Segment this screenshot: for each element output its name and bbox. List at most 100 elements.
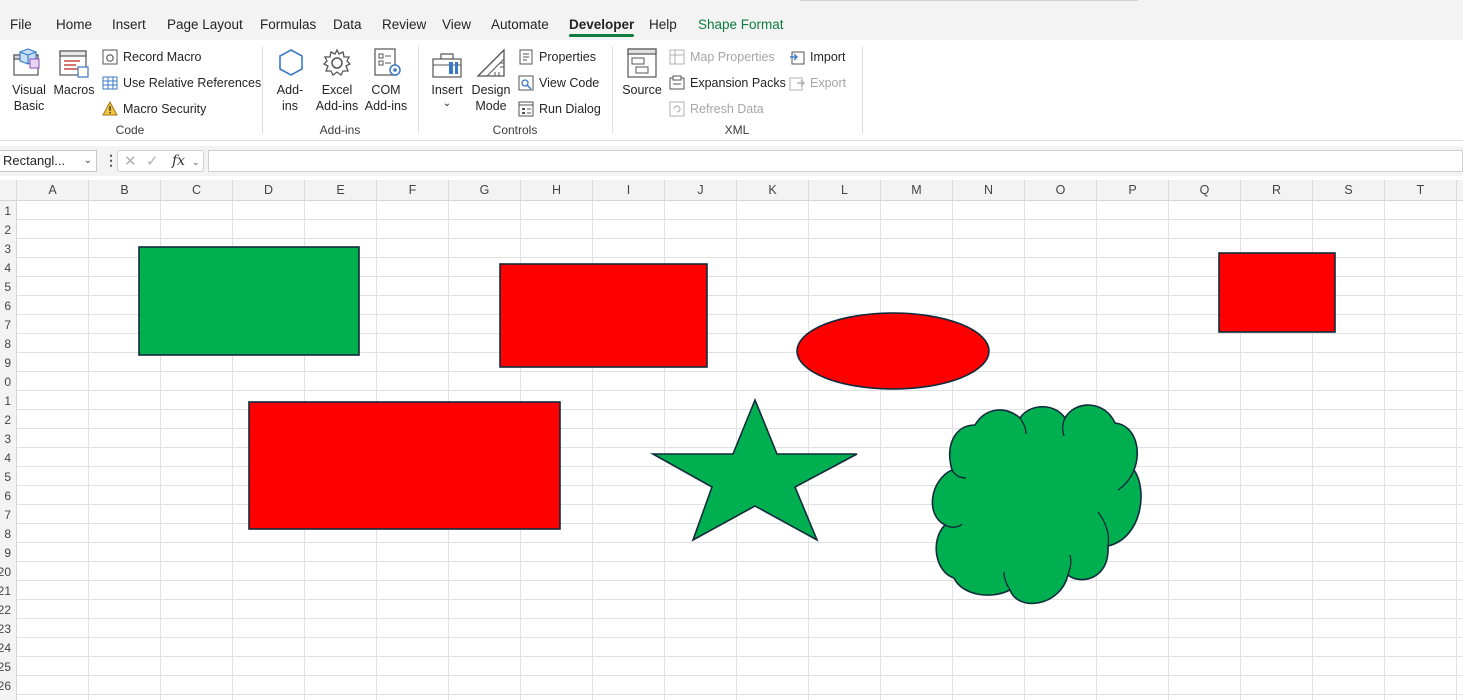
row-header[interactable]: 0: [4, 375, 11, 389]
column-header-o[interactable]: O: [1025, 180, 1097, 200]
view-code-button[interactable]: View Code: [518, 73, 599, 93]
select-all-corner[interactable]: [0, 180, 17, 200]
row-header[interactable]: 21: [0, 584, 11, 598]
insert-function-button[interactable]: fx: [172, 153, 185, 169]
column-header-k[interactable]: K: [737, 180, 809, 200]
properties-button[interactable]: Properties: [518, 47, 596, 67]
tab-review[interactable]: Review: [382, 17, 426, 33]
formula-buttons: ✕ ✓ fx ⌄: [117, 150, 204, 172]
export-button[interactable]: Export: [789, 73, 846, 93]
row-header[interactable]: 1: [4, 204, 11, 218]
red-ellipse[interactable]: [796, 312, 990, 390]
row-header[interactable]: 8: [4, 337, 11, 351]
column-header-q[interactable]: Q: [1169, 180, 1241, 200]
red-rectangle-1[interactable]: [499, 263, 708, 368]
row-header[interactable]: 5: [4, 470, 11, 484]
row-header[interactable]: 4: [4, 261, 11, 275]
row-header[interactable]: 26: [0, 679, 11, 693]
tab-file[interactable]: File: [10, 17, 32, 33]
cancel-icon[interactable]: ✕: [124, 152, 137, 170]
row-header[interactable]: 20: [0, 565, 11, 579]
green-rectangle[interactable]: [138, 246, 360, 356]
row-header[interactable]: 7: [4, 508, 11, 522]
name-box[interactable]: Rectangl... ⌄: [0, 150, 97, 172]
import-icon: [790, 51, 805, 65]
row-header[interactable]: 9: [4, 546, 11, 560]
map-properties-button[interactable]: Map Properties: [669, 47, 775, 67]
row-header[interactable]: 23: [0, 622, 11, 636]
tab-automate[interactable]: Automate: [491, 17, 549, 33]
tab-developer[interactable]: Developer: [569, 17, 635, 37]
column-header-p[interactable]: P: [1097, 180, 1169, 200]
column-header-b[interactable]: B: [89, 180, 161, 200]
import-button[interactable]: Import: [789, 47, 845, 67]
column-header-c[interactable]: C: [161, 180, 233, 200]
formula-input[interactable]: [208, 150, 1463, 172]
group-divider: [862, 46, 863, 134]
row-header[interactable]: 2: [4, 223, 11, 237]
run-dialog-label: Run Dialog: [539, 102, 601, 116]
column-header-i[interactable]: I: [593, 180, 665, 200]
row-header[interactable]: 6: [4, 489, 11, 503]
record-macro-button[interactable]: Record Macro: [102, 47, 202, 67]
row-header[interactable]: 5: [4, 280, 11, 294]
refresh-data-label: Refresh Data: [690, 102, 764, 116]
more-options-icon[interactable]: ⋮: [104, 152, 118, 169]
column-header-s[interactable]: S: [1313, 180, 1385, 200]
warning-icon: [102, 101, 118, 116]
tab-data[interactable]: Data: [333, 17, 362, 33]
column-header-g[interactable]: G: [449, 180, 521, 200]
row-header[interactable]: 2: [4, 413, 11, 427]
red-rectangle-3[interactable]: [1218, 252, 1336, 333]
refresh-data-button[interactable]: Refresh Data: [669, 99, 764, 119]
enter-icon[interactable]: ✓: [146, 152, 159, 170]
column-header-e[interactable]: E: [305, 180, 377, 200]
column-header-a[interactable]: A: [17, 180, 89, 200]
column-header-j[interactable]: J: [665, 180, 737, 200]
gear-icon: [322, 48, 352, 76]
macros-label: Macros: [53, 83, 95, 97]
row-header[interactable]: 4: [4, 451, 11, 465]
use-relative-references-button[interactable]: Use Relative References: [102, 73, 261, 93]
chevron-down-icon[interactable]: ⌄: [192, 157, 200, 168]
column-header-t[interactable]: T: [1385, 180, 1457, 200]
run-dialog-button[interactable]: Run Dialog: [518, 99, 601, 119]
column-header-n[interactable]: N: [953, 180, 1025, 200]
toolbox-icon: [432, 53, 462, 78]
row-header[interactable]: 3: [4, 242, 11, 256]
tab-home[interactable]: Home: [56, 17, 92, 33]
column-header-l[interactable]: L: [809, 180, 881, 200]
row-header[interactable]: 1: [4, 394, 11, 408]
row-header[interactable]: 3: [4, 432, 11, 446]
column-header-m[interactable]: M: [881, 180, 953, 200]
row-header[interactable]: 6: [4, 299, 11, 313]
column-header-d[interactable]: D: [233, 180, 305, 200]
row-header[interactable]: 24: [0, 641, 11, 655]
row-header[interactable]: 8: [4, 527, 11, 541]
tab-shape-format[interactable]: Shape Format: [698, 17, 784, 33]
tab-page-layout[interactable]: Page Layout: [167, 17, 243, 33]
properties-label: Properties: [539, 50, 596, 64]
chevron-down-icon[interactable]: ⌄: [84, 151, 92, 171]
expansion-packs-button[interactable]: Expansion Packs: [669, 73, 786, 93]
column-header-r[interactable]: R: [1241, 180, 1313, 200]
addins-label-1: Add-: [276, 83, 304, 97]
tab-insert[interactable]: Insert: [112, 17, 146, 33]
row-header[interactable]: 22: [0, 603, 11, 617]
visual-basic-label-1: Visual: [12, 83, 46, 97]
visual-basic-label-2: Basic: [13, 99, 45, 113]
red-rectangle-2[interactable]: [248, 401, 561, 530]
row-header[interactable]: 7: [4, 318, 11, 332]
macro-security-button[interactable]: Macro Security: [102, 99, 206, 119]
tab-view[interactable]: View: [442, 17, 471, 33]
tab-help[interactable]: Help: [649, 17, 677, 33]
design-mode-label-1: Design: [471, 83, 511, 97]
row-header[interactable]: 9: [4, 356, 11, 370]
column-header-h[interactable]: H: [521, 180, 593, 200]
run-dialog-icon: [518, 101, 534, 117]
row-header[interactable]: 25: [0, 660, 11, 674]
macro-security-label: Macro Security: [123, 102, 207, 116]
column-header-f[interactable]: F: [377, 180, 449, 200]
import-label: Import: [810, 50, 846, 64]
tab-formulas[interactable]: Formulas: [260, 17, 316, 33]
